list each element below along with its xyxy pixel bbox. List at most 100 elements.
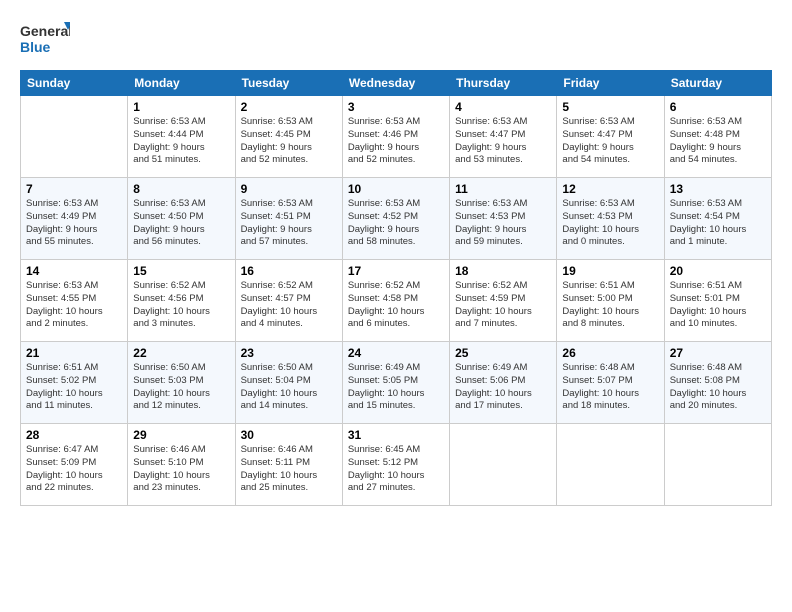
day-info: Sunrise: 6:53 AM Sunset: 4:52 PM Dayligh… <box>348 198 444 249</box>
day-cell: 15 Sunrise: 6:52 AM Sunset: 4:56 PM Dayli… <box>128 260 235 342</box>
day-number: 23 <box>241 346 337 360</box>
day-number: 15 <box>133 264 229 278</box>
day-info: Sunrise: 6:53 AM Sunset: 4:50 PM Dayligh… <box>133 198 229 249</box>
day-number: 5 <box>562 100 658 114</box>
day-info: Sunrise: 6:45 AM Sunset: 5:12 PM Dayligh… <box>348 444 444 495</box>
day-cell: 16 Sunrise: 6:52 AM Sunset: 4:57 PM Dayli… <box>235 260 342 342</box>
header-cell-saturday: Saturday <box>664 71 771 96</box>
day-number: 22 <box>133 346 229 360</box>
day-info: Sunrise: 6:50 AM Sunset: 5:03 PM Dayligh… <box>133 362 229 413</box>
day-info: Sunrise: 6:53 AM Sunset: 4:47 PM Dayligh… <box>562 116 658 167</box>
day-number: 16 <box>241 264 337 278</box>
day-info: Sunrise: 6:46 AM Sunset: 5:10 PM Dayligh… <box>133 444 229 495</box>
day-number: 29 <box>133 428 229 442</box>
day-number: 31 <box>348 428 444 442</box>
day-cell: 31 Sunrise: 6:45 AM Sunset: 5:12 PM Dayli… <box>342 424 449 506</box>
day-info: Sunrise: 6:53 AM Sunset: 4:55 PM Dayligh… <box>26 280 122 331</box>
day-number: 11 <box>455 182 551 196</box>
week-row-4: 21Sunrise: 6:51 AM Sunset: 5:02 PM Dayli… <box>21 342 772 424</box>
day-cell: 28 Sunrise: 6:47 AM Sunset: 5:09 PM Dayli… <box>21 424 128 506</box>
day-number: 10 <box>348 182 444 196</box>
day-number: 4 <box>455 100 551 114</box>
day-cell: 4 Sunrise: 6:53 AM Sunset: 4:47 PM Daylig… <box>450 96 557 178</box>
day-cell: 5 Sunrise: 6:53 AM Sunset: 4:47 PM Daylig… <box>557 96 664 178</box>
day-number: 1 <box>133 100 229 114</box>
day-cell: 25 Sunrise: 6:49 AM Sunset: 5:06 PM Dayli… <box>450 342 557 424</box>
day-cell: 29 Sunrise: 6:46 AM Sunset: 5:10 PM Dayli… <box>128 424 235 506</box>
day-number: 6 <box>670 100 766 114</box>
day-info: Sunrise: 6:53 AM Sunset: 4:53 PM Dayligh… <box>455 198 551 249</box>
day-number: 19 <box>562 264 658 278</box>
day-number: 12 <box>562 182 658 196</box>
day-number: 28 <box>26 428 122 442</box>
day-cell: 22 Sunrise: 6:50 AM Sunset: 5:03 PM Dayli… <box>128 342 235 424</box>
day-number: 27 <box>670 346 766 360</box>
day-cell: 13Sunrise: 6:53 AM Sunset: 4:54 PM Dayli… <box>664 178 771 260</box>
header-cell-wednesday: Wednesday <box>342 71 449 96</box>
day-info: Sunrise: 6:51 AM Sunset: 5:01 PM Dayligh… <box>670 280 766 331</box>
header-cell-tuesday: Tuesday <box>235 71 342 96</box>
day-info: Sunrise: 6:53 AM Sunset: 4:48 PM Dayligh… <box>670 116 766 167</box>
day-cell: 23Sunrise: 6:50 AM Sunset: 5:04 PM Dayli… <box>235 342 342 424</box>
week-row-2: 7Sunrise: 6:53 AM Sunset: 4:49 PM Daylig… <box>21 178 772 260</box>
day-info: Sunrise: 6:49 AM Sunset: 5:06 PM Dayligh… <box>455 362 551 413</box>
day-info: Sunrise: 6:53 AM Sunset: 4:47 PM Dayligh… <box>455 116 551 167</box>
header: General Blue <box>20 18 772 60</box>
day-info: Sunrise: 6:52 AM Sunset: 4:59 PM Dayligh… <box>455 280 551 331</box>
day-number: 7 <box>26 182 122 196</box>
day-cell: 24 Sunrise: 6:49 AM Sunset: 5:05 PM Dayli… <box>342 342 449 424</box>
day-number: 13 <box>670 182 766 196</box>
day-number: 20 <box>670 264 766 278</box>
day-number: 25 <box>455 346 551 360</box>
day-info: Sunrise: 6:52 AM Sunset: 4:56 PM Dayligh… <box>133 280 229 331</box>
day-cell: 6 Sunrise: 6:53 AM Sunset: 4:48 PM Daylig… <box>664 96 771 178</box>
week-row-1: 1 Sunrise: 6:53 AM Sunset: 4:44 PM Daylig… <box>21 96 772 178</box>
week-row-3: 14 Sunrise: 6:53 AM Sunset: 4:55 PM Dayli… <box>21 260 772 342</box>
day-cell: 30 Sunrise: 6:46 AM Sunset: 5:11 PM Dayli… <box>235 424 342 506</box>
logo: General Blue <box>20 18 70 60</box>
day-cell: 27 Sunrise: 6:48 AM Sunset: 5:08 PM Dayli… <box>664 342 771 424</box>
day-info: Sunrise: 6:46 AM Sunset: 5:11 PM Dayligh… <box>241 444 337 495</box>
header-cell-sunday: Sunday <box>21 71 128 96</box>
day-cell: 10 Sunrise: 6:53 AM Sunset: 4:52 PM Dayli… <box>342 178 449 260</box>
logo-svg: General Blue <box>20 18 70 60</box>
calendar-table: SundayMondayTuesdayWednesdayThursdayFrid… <box>20 70 772 506</box>
day-info: Sunrise: 6:52 AM Sunset: 4:57 PM Dayligh… <box>241 280 337 331</box>
day-number: 8 <box>133 182 229 196</box>
day-cell: 11 Sunrise: 6:53 AM Sunset: 4:53 PM Dayli… <box>450 178 557 260</box>
header-cell-thursday: Thursday <box>450 71 557 96</box>
day-info: Sunrise: 6:48 AM Sunset: 5:08 PM Dayligh… <box>670 362 766 413</box>
day-number: 14 <box>26 264 122 278</box>
day-number: 30 <box>241 428 337 442</box>
day-number: 3 <box>348 100 444 114</box>
day-info: Sunrise: 6:53 AM Sunset: 4:51 PM Dayligh… <box>241 198 337 249</box>
day-number: 24 <box>348 346 444 360</box>
day-cell: 20 Sunrise: 6:51 AM Sunset: 5:01 PM Dayli… <box>664 260 771 342</box>
day-cell: 2 Sunrise: 6:53 AM Sunset: 4:45 PM Daylig… <box>235 96 342 178</box>
day-cell: 1 Sunrise: 6:53 AM Sunset: 4:44 PM Daylig… <box>128 96 235 178</box>
day-cell <box>21 96 128 178</box>
day-info: Sunrise: 6:53 AM Sunset: 4:44 PM Dayligh… <box>133 116 229 167</box>
day-cell: 9 Sunrise: 6:53 AM Sunset: 4:51 PM Daylig… <box>235 178 342 260</box>
day-info: Sunrise: 6:53 AM Sunset: 4:45 PM Dayligh… <box>241 116 337 167</box>
week-row-5: 28 Sunrise: 6:47 AM Sunset: 5:09 PM Dayli… <box>21 424 772 506</box>
day-cell: 19 Sunrise: 6:51 AM Sunset: 5:00 PM Dayli… <box>557 260 664 342</box>
day-cell: 12 Sunrise: 6:53 AM Sunset: 4:53 PM Dayli… <box>557 178 664 260</box>
day-info: Sunrise: 6:53 AM Sunset: 4:53 PM Dayligh… <box>562 198 658 249</box>
day-cell: 7Sunrise: 6:53 AM Sunset: 4:49 PM Daylig… <box>21 178 128 260</box>
day-info: Sunrise: 6:51 AM Sunset: 5:02 PM Dayligh… <box>26 362 122 413</box>
day-info: Sunrise: 6:51 AM Sunset: 5:00 PM Dayligh… <box>562 280 658 331</box>
day-cell <box>557 424 664 506</box>
day-cell <box>450 424 557 506</box>
page: General Blue SundayMondayTuesdayWednesda… <box>0 0 792 612</box>
day-number: 9 <box>241 182 337 196</box>
day-cell: 3 Sunrise: 6:53 AM Sunset: 4:46 PM Daylig… <box>342 96 449 178</box>
day-info: Sunrise: 6:47 AM Sunset: 5:09 PM Dayligh… <box>26 444 122 495</box>
day-info: Sunrise: 6:53 AM Sunset: 4:46 PM Dayligh… <box>348 116 444 167</box>
svg-text:General: General <box>20 23 70 39</box>
day-info: Sunrise: 6:49 AM Sunset: 5:05 PM Dayligh… <box>348 362 444 413</box>
day-info: Sunrise: 6:48 AM Sunset: 5:07 PM Dayligh… <box>562 362 658 413</box>
header-cell-friday: Friday <box>557 71 664 96</box>
day-cell: 21Sunrise: 6:51 AM Sunset: 5:02 PM Dayli… <box>21 342 128 424</box>
day-number: 2 <box>241 100 337 114</box>
